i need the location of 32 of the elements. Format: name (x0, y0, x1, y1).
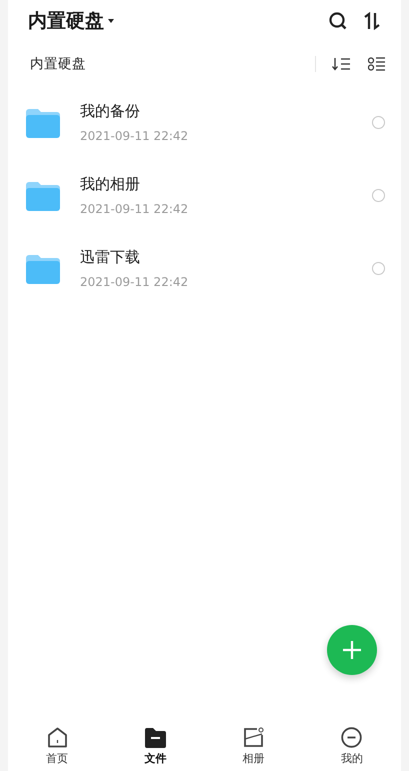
modified-date: 2021-09-11 22:42 (80, 274, 188, 291)
select-radio[interactable] (372, 116, 385, 129)
modified-date: 2021-09-11 22:42 (80, 128, 188, 145)
tab-bar-item[interactable]: 我的 (322, 726, 382, 767)
view-mode-button[interactable] (368, 57, 385, 71)
folder-name[interactable]: 我的备份 (80, 100, 188, 123)
folder-name[interactable]: 迅雷下载 (80, 246, 188, 269)
folder-icon (26, 180, 60, 210)
select-radio[interactable] (372, 262, 385, 275)
folder-name[interactable]: 我的相册 (80, 173, 188, 196)
search-button[interactable] (329, 12, 347, 30)
photo-icon (243, 726, 264, 748)
tab-bar-item[interactable]: 首页 (27, 726, 88, 767)
folder-icon (26, 108, 60, 138)
sort-button[interactable] (332, 57, 352, 71)
select-radio[interactable] (372, 189, 385, 202)
transfer-button[interactable] (363, 12, 381, 30)
add-button[interactable] (327, 625, 377, 675)
plus-icon (342, 640, 362, 660)
drive-title[interactable]: 内置硬盘 (28, 6, 104, 36)
sort-icon (332, 57, 352, 71)
list-view-icon (368, 57, 385, 71)
search-icon (329, 12, 347, 30)
folder-icon (26, 254, 60, 284)
dropdown-caret-icon (108, 19, 114, 23)
folder-icon (144, 728, 166, 748)
modified-date: 2021-09-11 22:42 (80, 200, 188, 218)
home-icon (46, 726, 68, 748)
tab-bar-item[interactable]: 相册 (224, 726, 284, 767)
minus-circle-icon (341, 726, 362, 748)
tab-bar-item[interactable]: 文件 (125, 728, 186, 767)
breadcrumb-path[interactable]: 内置硬盘 (30, 54, 86, 74)
